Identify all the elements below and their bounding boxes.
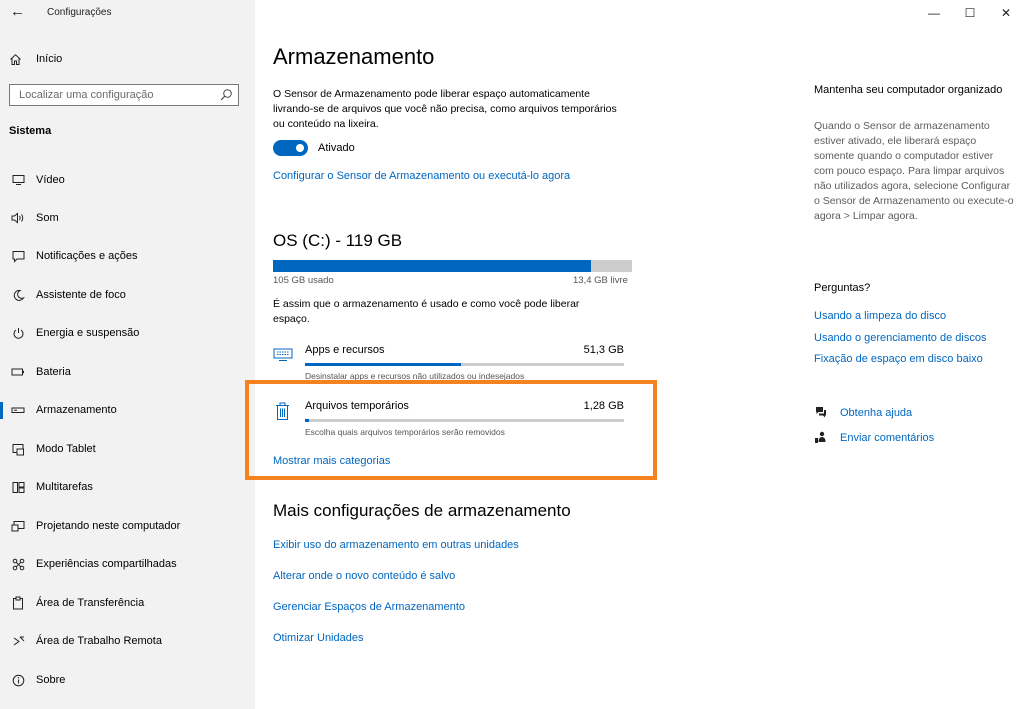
multitasking-icon [12, 481, 24, 493]
optimize-drives-link[interactable]: Otimizar Unidades [273, 632, 363, 644]
nav-home[interactable]: Início [9, 50, 62, 68]
sidebar-item-power[interactable]: Energia e suspensão [0, 318, 255, 348]
usage-description: É assim que o armazenamento é usado e co… [273, 298, 580, 325]
sidebar-item-label: Energia e suspensão [36, 327, 140, 339]
get-help-row[interactable]: Obtenha ajuda [814, 406, 912, 419]
moon-icon [13, 289, 25, 301]
sidebar-item-label: Armazenamento [36, 404, 117, 416]
storage-sense-toggle[interactable] [273, 140, 308, 156]
power-icon [13, 327, 23, 339]
manage-storage-spaces-link[interactable]: Gerenciar Espaços de Armazenamento [273, 601, 465, 613]
sidebar: ← Configurações Início Sistema Vídeo Som… [0, 0, 255, 709]
search-icon[interactable] [219, 88, 233, 102]
sidebar-item-sound[interactable]: Som [0, 203, 255, 233]
sidebar-item-label: Assistente de foco [36, 289, 126, 301]
search-box [9, 84, 239, 106]
sidebar-item-multitasking[interactable]: Multitarefas [0, 472, 255, 502]
sidebar-item-label: Bateria [36, 366, 71, 378]
sidebar-item-clipboard[interactable]: Área de Transferência [0, 588, 255, 618]
sidebar-item-label: Vídeo [36, 174, 65, 186]
sidebar-item-label: Som [36, 212, 59, 224]
page-title: Armazenamento [273, 44, 435, 69]
questions-title: Perguntas? [814, 282, 871, 294]
sidebar-item-tablet-mode[interactable]: Modo Tablet [0, 434, 255, 464]
highlight-box [245, 380, 657, 480]
nav-home-label: Início [36, 53, 63, 65]
section-title: Sistema [9, 125, 52, 137]
view-other-drives-link[interactable]: Exibir uso do armazenamento em outras un… [273, 539, 519, 551]
category-usage-fill [305, 363, 462, 366]
get-help-link[interactable]: Obtenha ajuda [840, 407, 912, 419]
info-icon [12, 674, 24, 686]
sidebar-item-label: Experiências compartilhadas [36, 558, 177, 570]
title-bar: ← Configurações [0, 0, 255, 26]
right-panel-text: Quando o Sensor de armazenamento estiver… [814, 120, 1014, 222]
help-chat-icon [816, 407, 826, 418]
notification-icon [12, 250, 24, 263]
sidebar-item-notifications[interactable]: Notificações e ações [0, 241, 255, 271]
app-title: Configurações [47, 7, 112, 18]
remote-desktop-icon [13, 636, 24, 645]
drive-used-label: 105 GB usado [273, 275, 334, 286]
sidebar-item-label: Área de Trabalho Remota [36, 635, 162, 647]
right-panel-title: Mantenha seu computador organizado [814, 84, 1003, 96]
back-arrow-icon[interactable]: ← [10, 3, 25, 20]
category-usage-bar [305, 363, 624, 366]
toggle-label: Ativado [318, 142, 355, 154]
change-save-location-link[interactable]: Alterar onde o novo conteúdo é salvo [273, 570, 455, 582]
sidebar-item-battery[interactable]: Bateria [0, 357, 255, 387]
drive-usage-bar [273, 260, 632, 272]
storage-sense-description: O Sensor de Armazenamento pode liberar e… [273, 88, 617, 130]
toggle-knob [296, 144, 304, 152]
tablet-mode-icon [12, 443, 24, 455]
sidebar-item-label: Sobre [36, 674, 66, 686]
close-button[interactable]: ✕ [988, 0, 1024, 26]
monitor-icon [12, 175, 24, 185]
category-title: Apps e recursos [305, 344, 385, 356]
maximize-button[interactable]: ☐ [952, 0, 988, 26]
drive-title: OS (C:) - 119 GB [273, 231, 403, 250]
disk-management-link[interactable]: Usando o gerenciamento de discos [814, 332, 986, 344]
feedback-row[interactable]: Enviar comentários [814, 431, 934, 444]
sidebar-item-shared-experiences[interactable]: Experiências compartilhadas [0, 549, 255, 579]
storage-icon [11, 407, 25, 413]
search-input[interactable] [10, 85, 219, 105]
more-storage-settings-title: Mais configurações de armazenamento [273, 501, 571, 520]
sidebar-item-about[interactable]: Sobre [0, 665, 255, 695]
projecting-icon [11, 520, 25, 531]
sidebar-item-projecting[interactable]: Projetando neste computador [0, 511, 255, 541]
sidebar-item-video[interactable]: Vídeo [0, 165, 255, 195]
sidebar-item-remote-desktop[interactable]: Área de Trabalho Remota [0, 626, 255, 656]
speaker-icon [11, 212, 24, 224]
configure-storage-sense-link[interactable]: Configurar o Sensor de Armazenamento ou … [273, 170, 570, 182]
shared-experiences-icon [12, 558, 24, 570]
drive-usage-fill [273, 260, 592, 272]
clipboard-icon [13, 596, 23, 610]
disk-cleanup-link[interactable]: Usando a limpeza do disco [814, 310, 946, 322]
window-controls: — ☐ ✕ [916, 0, 1024, 26]
sidebar-item-storage[interactable]: Armazenamento [0, 395, 255, 425]
apps-icon [273, 348, 293, 361]
home-icon [10, 53, 21, 65]
low-disk-space-link[interactable]: Fixação de espaço em disco baixo [814, 353, 983, 365]
minimize-button[interactable]: — [916, 0, 952, 26]
sidebar-item-label: Multitarefas [36, 481, 93, 493]
sidebar-item-focus-assist[interactable]: Assistente de foco [0, 280, 255, 310]
drive-free-label: 13,4 GB livre [573, 275, 628, 286]
sidebar-item-label: Projetando neste computador [36, 520, 181, 532]
feedback-icon [815, 431, 826, 443]
sidebar-item-label: Notificações e ações [36, 250, 138, 262]
battery-icon [11, 368, 24, 376]
category-size: 51,3 GB [583, 344, 624, 356]
sidebar-item-label: Área de Transferência [36, 597, 145, 609]
sidebar-item-label: Modo Tablet [36, 443, 96, 455]
send-feedback-link[interactable]: Enviar comentários [840, 432, 934, 444]
